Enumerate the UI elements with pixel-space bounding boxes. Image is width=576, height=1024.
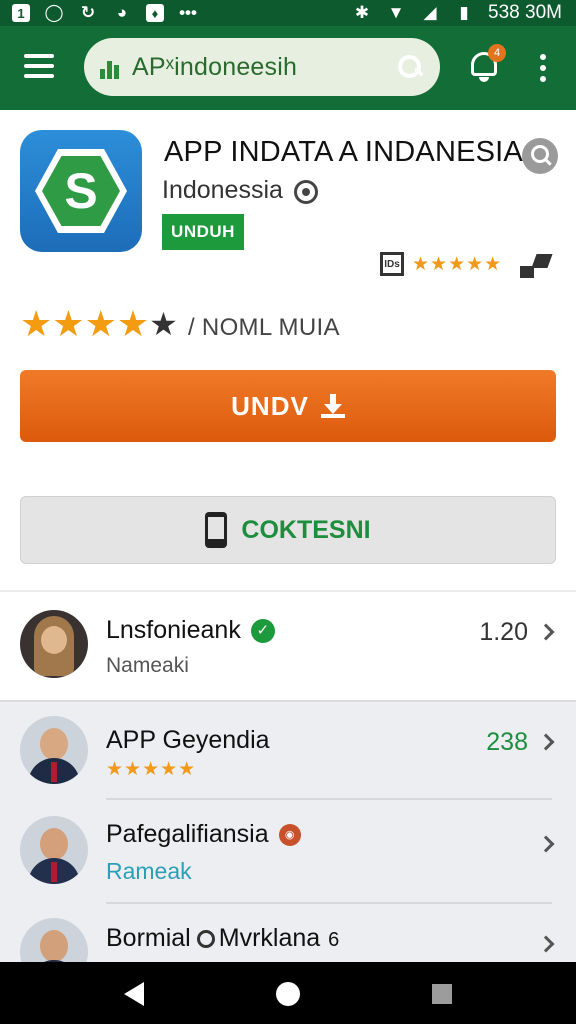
search-icon[interactable] [396,53,424,81]
notification-icon: 1 [12,4,30,22]
status-bar: 1 ◯ ↻ ◕ ♦ ••• ✱ ▼ ◢ ▮ 538 30M [0,0,576,26]
overflow-menu-icon[interactable] [538,54,548,82]
list-item-name: APP Geyendia [106,726,270,754]
whatsapp-icon: ◯ [44,3,64,22]
list-item-name: Lnsfonieank ✓ [106,616,275,645]
rating-stars: ★ ★ ★ ★ ★ [20,306,178,342]
lens-icon[interactable] [522,138,558,174]
back-icon[interactable] [124,982,144,1006]
status-time: 538 30M [488,2,562,23]
avatar [20,918,88,962]
mini-stars: ★★★★★ [412,253,503,275]
secondary-button-label: COKTESNI [241,515,371,544]
app-bar: APˣindoneesih 4 [0,26,576,110]
secondary-button[interactable]: COKTESNI [20,496,556,564]
more-dots-icon: ••• [179,3,197,22]
rating-text: / NOML MUIA [188,314,340,341]
list-item-value: 238 [486,728,528,756]
status-right-icons: ✱ ▼ ◢ ▮ 538 30M [352,2,562,24]
app-title: APP INDATA A INDANESIA [164,136,523,168]
notification-count-badge: 4 [488,44,506,62]
home-icon[interactable] [276,982,300,1006]
download-icon [320,394,345,418]
sync-icon: ↻ [80,3,96,22]
verified-icon: ✓ [250,619,275,644]
star-icon: ★ [84,303,117,344]
avatar [20,816,88,884]
rating-box-icon: IDs [380,252,404,276]
recents-icon[interactable] [432,984,452,1004]
search-bar[interactable]: APˣindoneesih [84,38,440,96]
chevron-right-icon[interactable] [537,935,555,953]
notification-bell-icon[interactable]: 4 [468,44,506,84]
wifi-icon: ▼ [387,3,405,22]
download-button-label: UNDV [231,390,309,421]
emoji-badge-icon: ◉ [278,824,301,847]
list-item-name: Pafegalifiansia ◉ [106,820,301,849]
list-item-value: 1.20 [479,618,528,646]
bluetooth-icon: ✱ [354,3,370,22]
unduh-chip[interactable]: UNDUH [162,214,244,250]
chevron-right-icon[interactable] [537,733,555,751]
battery-icon: ▮ [459,3,469,22]
list-item[interactable]: Pafegalifiansia ◉ Rameak [0,800,576,902]
list-item-sub: Nameaki [106,654,189,677]
alarm-icon: ◕ [116,3,128,22]
card-icon: ♦ [146,4,164,22]
share-icon[interactable] [520,254,552,278]
list-item-stars: ★★★★★ [106,759,197,780]
list-item[interactable]: APP Geyendia ★★★★★ 238 [0,704,576,800]
list-item-name: Bormial Mvrklana 6 [106,924,340,952]
download-button[interactable]: UNDV [20,370,556,442]
chart-icon [100,55,124,79]
list-item[interactable]: Bormial Mvrklana 6 [0,904,576,962]
star-icon: ★ [20,303,53,344]
app-logo: S [20,130,142,252]
phone-icon [205,512,228,548]
app-developer[interactable]: Indonessia [162,176,283,205]
hamburger-menu-icon[interactable] [24,54,54,78]
avatar [20,610,88,678]
chevron-right-icon[interactable] [537,835,555,853]
avatar [20,716,88,784]
search-input[interactable]: APˣindoneesih [132,53,396,82]
globe-icon [294,180,318,204]
status-left-icons: 1 ◯ ↻ ◕ ♦ ••• [12,3,198,22]
chat-icon [196,930,215,949]
list-item-sub[interactable]: Rameak [106,858,192,885]
star-icon: ★ [116,303,150,344]
chevron-right-icon[interactable] [537,623,555,641]
signal-icon: ◢ [423,3,437,22]
mini-rating: IDs ★★★★★ [380,252,502,276]
star-empty-icon: ★ [149,306,178,342]
star-icon: ★ [52,303,85,344]
navigation-bar [0,962,576,1024]
list-item[interactable]: Lnsfonieank ✓ Nameaki 1.20 [0,592,576,702]
